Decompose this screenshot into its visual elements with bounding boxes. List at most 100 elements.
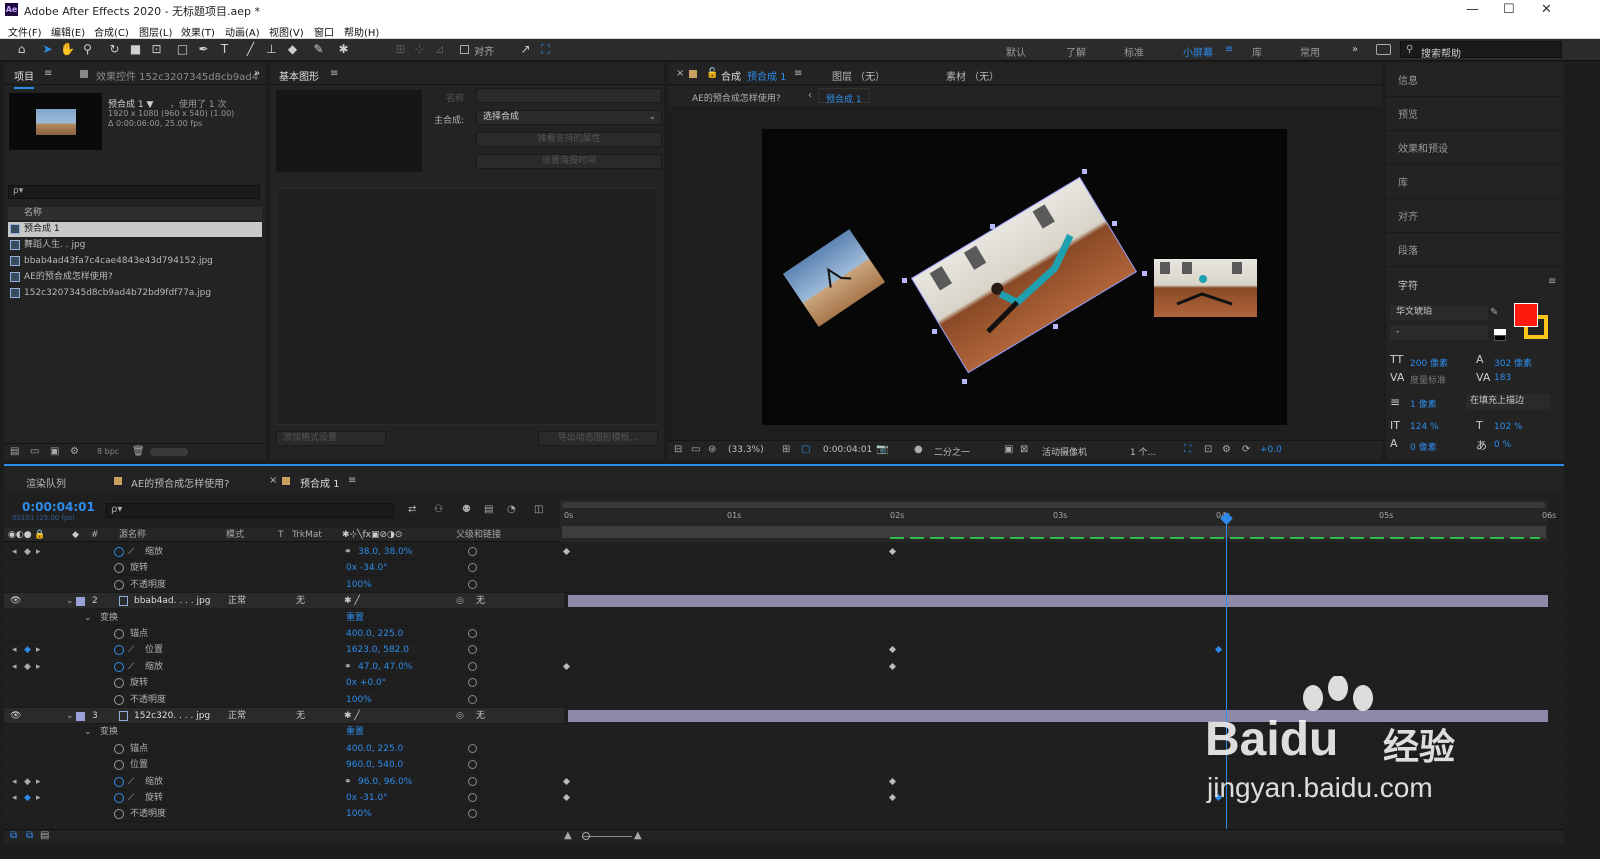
project-search-input[interactable]: ρ▾ (8, 185, 260, 199)
property-value[interactable]: 0x -34.0° (346, 560, 388, 576)
clone-stamp-icon[interactable]: ⊥ (264, 42, 279, 57)
toggle-duration-icon[interactable]: ▤ (40, 830, 49, 841)
layer-mode[interactable]: 正常 (228, 708, 246, 724)
col-source-name[interactable]: 源名称 (119, 528, 146, 542)
hand-tool-icon[interactable]: ✋ (60, 42, 75, 57)
layer-trkmat[interactable]: 无 (296, 708, 305, 724)
workspace-more-icon[interactable]: » (1352, 44, 1358, 55)
prev-keyframe-icon[interactable]: ◂ (12, 642, 17, 658)
snapshot-icon[interactable]: 📷 (876, 444, 888, 455)
layer-bar[interactable] (568, 710, 1548, 722)
tab-composition-name[interactable]: 预合成 1 (747, 68, 787, 83)
expression-pickwhip-icon[interactable] (468, 629, 477, 638)
col-mode[interactable]: 模式 (226, 528, 244, 542)
keyframe[interactable] (1214, 645, 1223, 654)
menu-file[interactable]: 文件(F) (8, 24, 42, 39)
expression-pickwhip-icon[interactable] (468, 563, 477, 572)
set-poster-time-button[interactable]: 设置海报时间 (476, 154, 662, 169)
draft-3d-icon[interactable]: ⚇ (434, 504, 443, 515)
project-item[interactable]: 152c3207345d8cb9ad4b72bd9fdf77a.jpg (8, 286, 262, 301)
font-style-select[interactable]: - (1390, 325, 1488, 340)
expression-pickwhip-icon[interactable] (468, 744, 477, 753)
next-keyframe-icon[interactable]: ▸ (36, 544, 41, 560)
add-keyframe-icon[interactable]: ◆ (24, 774, 31, 790)
search-help-field[interactable]: ⚲ 搜索帮助 (1400, 41, 1562, 60)
menu-view[interactable]: 视图(V) (269, 24, 304, 39)
interpret-footage-icon[interactable]: ▤ (10, 446, 19, 457)
workspace-learn[interactable]: 了解 (1066, 44, 1086, 59)
panel-paragraph[interactable]: 段落 (1386, 233, 1564, 267)
keyframe[interactable] (888, 662, 897, 671)
menu-window[interactable]: 窗口 (314, 24, 334, 39)
stopwatch-icon[interactable] (114, 777, 124, 787)
reset-exposure-icon[interactable]: ⟳ (1242, 444, 1250, 455)
stopwatch-icon[interactable] (114, 645, 124, 655)
property-value[interactable]: 38.0, 38.0% (358, 544, 412, 560)
fast-preview-icon[interactable]: ⛶ (1184, 444, 1191, 455)
panel-preview[interactable]: 预览 (1386, 97, 1564, 131)
property-value[interactable]: 400.0, 225.0 (346, 626, 403, 642)
expand-arrow-icon[interactable]: ⌄ (66, 593, 74, 609)
timeline-menu-icon[interactable]: ≡ (348, 475, 356, 486)
property-value[interactable]: 0x +0.0° (346, 675, 386, 691)
timeline-zoom-knob[interactable] (582, 832, 590, 840)
next-keyframe-icon[interactable]: ▸ (36, 774, 41, 790)
workspace-default[interactable]: 默认 (1006, 44, 1026, 59)
panel-libraries[interactable]: 库 (1386, 165, 1564, 199)
leading-value[interactable]: 302 像素 (1494, 356, 1532, 369)
keyframe[interactable] (888, 547, 897, 556)
tab-footage[interactable]: 素材 （无） (946, 68, 999, 83)
stopwatch-icon[interactable] (114, 547, 124, 557)
search-help-box-icon[interactable] (1376, 44, 1391, 55)
workspace-small-screen[interactable]: 小屏幕 (1183, 44, 1213, 59)
close-comp-tab-icon[interactable]: × (269, 475, 277, 486)
panel-effects-presets[interactable]: 效果和预设 (1386, 131, 1564, 165)
axis-local-icon[interactable]: ⊞ (393, 42, 408, 57)
menu-effect[interactable]: 效果(T) (181, 24, 215, 39)
axis-world-icon[interactable]: ⊹ (412, 42, 427, 57)
snap-option-icon[interactable]: ↗ (518, 42, 533, 57)
maximize-icon[interactable]: ☐ (1503, 2, 1515, 17)
breadcrumb-current[interactable]: 预合成 1 (818, 88, 870, 105)
constrain-proportions-icon[interactable]: ⚭ (344, 659, 352, 675)
zoom-out-icon[interactable]: ▲ (564, 830, 572, 841)
property-value[interactable]: 960.0, 540.0 (346, 757, 403, 773)
baseline-shift-value[interactable]: 0 像素 (1410, 440, 1437, 453)
prev-keyframe-icon[interactable]: ◂ (12, 790, 17, 806)
project-item[interactable]: AE的预合成怎样使用? (8, 270, 262, 285)
next-keyframe-icon[interactable]: ▸ (36, 642, 41, 658)
workspace-standard[interactable]: 标准 (1124, 44, 1144, 59)
keyframe[interactable] (562, 547, 571, 556)
label-color-icon[interactable] (76, 712, 85, 721)
graph-icon[interactable]: ⟋ (128, 774, 134, 790)
zoom-select[interactable]: (33.3%) (728, 445, 764, 455)
export-mogrt-button[interactable]: 导出动态图形模板... (538, 431, 658, 446)
transparency-grid-icon[interactable]: ⊠ (1020, 444, 1028, 455)
current-time-readout[interactable]: 0:00:04:01 (823, 445, 872, 455)
layer-parent[interactable]: 无 (476, 708, 485, 724)
stopwatch-icon[interactable] (114, 695, 124, 705)
menu-animation[interactable]: 动画(A) (225, 24, 260, 39)
stopwatch-icon[interactable] (114, 580, 124, 590)
add-keyframe-icon[interactable]: ◆ (24, 642, 31, 658)
rectangle-tool-icon[interactable]: □ (175, 42, 190, 57)
layer-bar[interactable] (568, 595, 1548, 607)
expression-pickwhip-icon[interactable] (468, 580, 477, 589)
expression-pickwhip-icon[interactable] (468, 547, 477, 556)
composition-canvas[interactable] (762, 129, 1287, 425)
camera-tool-icon[interactable]: ■ (128, 42, 143, 57)
mask-icon[interactable]: ⊛ (708, 444, 716, 455)
tab-comp-precomp[interactable]: 预合成 1 (300, 475, 340, 490)
expression-pickwhip-icon[interactable] (468, 760, 477, 769)
delete-icon[interactable]: 🗑 (132, 446, 145, 457)
layer-switch-icons[interactable]: ✱ ╱ (344, 593, 360, 609)
stopwatch-icon[interactable] (114, 760, 124, 770)
flowchart-icon[interactable]: ⚙ (70, 446, 79, 457)
constrain-proportions-icon[interactable]: ⚭ (344, 544, 352, 560)
label-color-icon[interactable] (76, 597, 85, 606)
keyframe[interactable] (888, 793, 897, 802)
menu-layer[interactable]: 图层(L) (139, 24, 172, 39)
group-arrow-icon[interactable]: ⌄ (84, 610, 92, 626)
zoom-tool-icon[interactable]: ⚲ (80, 42, 95, 57)
col-t[interactable]: T (278, 528, 284, 542)
